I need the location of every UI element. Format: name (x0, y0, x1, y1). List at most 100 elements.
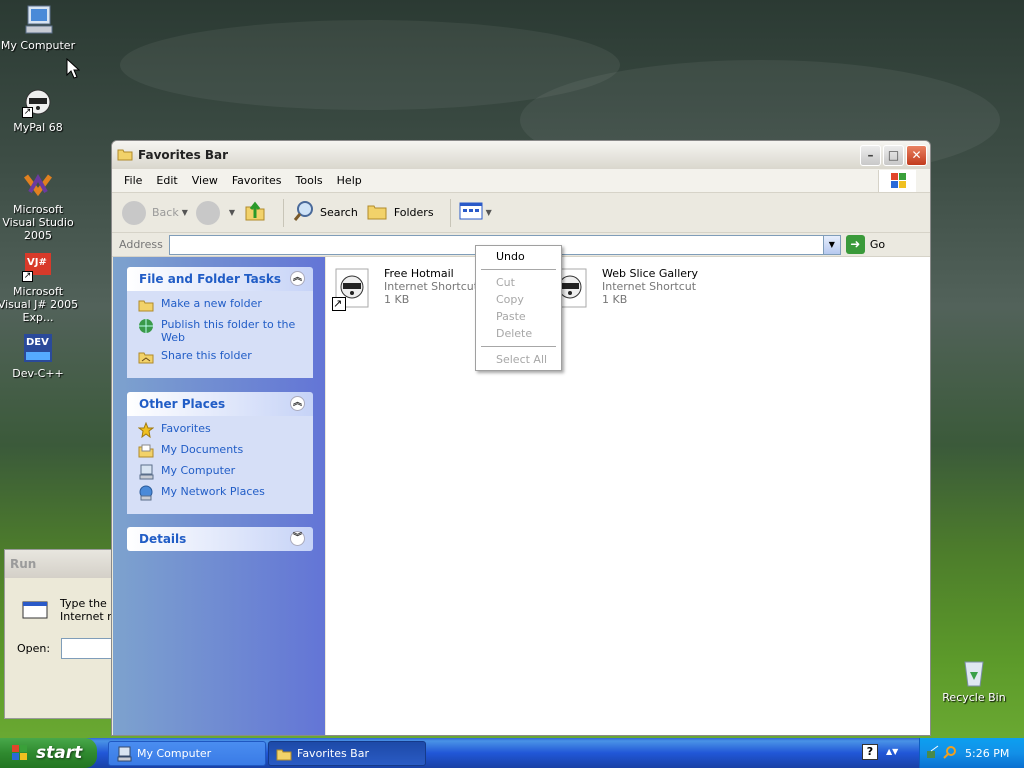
folder-icon (276, 746, 292, 762)
file-type: Internet Shortcut (384, 280, 479, 293)
ctx-separator (481, 346, 556, 347)
views-button[interactable]: ▼ (459, 201, 492, 224)
go-label: Go (869, 238, 886, 251)
run-text-line-2: Internet re (60, 610, 119, 623)
run-dialog[interactable]: Run Type the n Internet re Open: (4, 549, 141, 719)
devcpp-icon: DEV (22, 332, 54, 364)
windows-logo-icon (878, 170, 916, 192)
menu-bar: File Edit View Favorites Tools Help (112, 169, 930, 193)
explorer-window[interactable]: Favorites Bar – □ ✕ File Edit View Favor… (111, 140, 931, 736)
network-tray-icon[interactable] (926, 745, 940, 762)
ctx-select-all[interactable]: Select All (478, 351, 559, 368)
run-icon (19, 598, 51, 625)
taskbar-button-label: My Computer (137, 747, 212, 760)
back-button[interactable]: Back ▼ (122, 200, 188, 225)
ctx-separator (481, 269, 556, 270)
desktop-icon-visual-studio[interactable]: Microsoft Visual Studio 2005 (0, 168, 80, 242)
ctx-delete[interactable]: Delete (478, 325, 559, 342)
task-label: Make a new folder (161, 297, 262, 310)
mouse-cursor-icon (66, 57, 81, 83)
panel-title: Details (139, 532, 187, 546)
panel-header[interactable]: Other Places ︽ (127, 392, 313, 416)
desktop-icon-label: Recycle Bin (942, 691, 1006, 704)
details-panel: Details ︾ (127, 527, 313, 551)
menu-favorites[interactable]: Favorites (225, 174, 289, 187)
minimize-button[interactable]: – (860, 145, 881, 166)
search-button[interactable]: Search (292, 199, 358, 226)
collapse-icon[interactable]: ︽ (290, 271, 305, 286)
start-label: start (36, 743, 83, 763)
menu-help[interactable]: Help (330, 174, 369, 187)
recycle-bin-icon (958, 656, 990, 688)
start-button[interactable]: start (0, 738, 97, 768)
search-tray-icon[interactable] (943, 745, 957, 762)
collapse-icon[interactable]: ︽ (290, 396, 305, 411)
desktop-icon-label: My Computer (0, 39, 76, 52)
folders-icon (366, 199, 390, 226)
file-item[interactable]: Web Slice Gallery Internet Shortcut 1 KB (548, 267, 698, 311)
file-size: 1 KB (384, 293, 410, 306)
up-button[interactable] (243, 199, 267, 226)
place-my-network-places[interactable]: My Network Places (138, 485, 302, 501)
forward-button[interactable]: ▼ (195, 200, 236, 225)
title-bar[interactable]: Favorites Bar – □ ✕ (112, 141, 930, 169)
file-list[interactable]: ↗ Free Hotmail Internet Shortcut 1 KB We… (326, 257, 930, 735)
expand-icon[interactable]: ︾ (290, 531, 305, 546)
close-button[interactable]: ✕ (906, 145, 927, 166)
shortcut-arrow-icon: ↗ (22, 107, 33, 118)
task-share-folder[interactable]: Share this folder (138, 349, 302, 365)
ctx-paste[interactable]: Paste (478, 308, 559, 325)
help-icon[interactable]: ? (862, 744, 878, 760)
maximize-button[interactable]: □ (883, 145, 904, 166)
task-label: Publish this folder to the Web (161, 318, 296, 344)
menu-file[interactable]: File (117, 174, 149, 187)
address-dropdown-button[interactable]: ▼ (822, 235, 840, 254)
toolbar-separator (449, 198, 451, 227)
chevron-down-icon[interactable]: ▲▼ (886, 747, 898, 756)
place-my-computer[interactable]: My Computer (138, 464, 302, 480)
ctx-cut[interactable]: Cut (478, 274, 559, 291)
file-item[interactable]: ↗ Free Hotmail Internet Shortcut 1 KB (330, 267, 478, 311)
file-folder-tasks-panel: File and Folder Tasks ︽ Make a new folde… (127, 267, 313, 378)
folders-label: Folders (393, 206, 434, 219)
menu-view[interactable]: View (185, 174, 225, 187)
file-size: 1 KB (602, 293, 628, 306)
vj-icon: VJ# ↗ (22, 250, 54, 282)
desktop-icon-my-computer[interactable]: My Computer (0, 4, 80, 52)
panel-header[interactable]: Details ︾ (127, 527, 313, 551)
place-label: My Network Places (161, 485, 265, 498)
desktop-icon-mypal[interactable]: ↗ MyPal 68 (0, 86, 80, 134)
place-label: Favorites (161, 422, 211, 435)
menu-tools[interactable]: Tools (289, 174, 330, 187)
taskbar-button-favorites-bar[interactable]: Favorites Bar (268, 741, 426, 766)
desktop-icon-vj[interactable]: VJ# ↗ Microsoft Visual J# 2005 Exp... (0, 250, 80, 324)
ctx-undo[interactable]: Undo (478, 248, 559, 265)
caption-buttons: – □ ✕ (860, 145, 927, 166)
place-my-documents[interactable]: My Documents (138, 443, 302, 459)
task-make-new-folder[interactable]: Make a new folder (138, 297, 302, 313)
my-documents-icon (138, 443, 154, 459)
folders-button[interactable]: Folders (366, 199, 434, 226)
task-publish-folder[interactable]: Publish this folder to the Web (138, 318, 302, 344)
panel-header[interactable]: File and Folder Tasks ︽ (127, 267, 313, 291)
go-button[interactable]: ➜ Go (845, 235, 886, 254)
desktop-icon-label: Microsoft Visual J# 2005 Exp... (0, 285, 79, 324)
chevron-down-icon: ▼ (228, 208, 236, 217)
task-label: Share this folder (161, 349, 252, 362)
devcpp-badge: DEV (26, 337, 49, 348)
new-folder-icon (138, 297, 154, 313)
taskbar-button-label: Favorites Bar (297, 747, 369, 760)
ctx-copy[interactable]: Copy (478, 291, 559, 308)
shortcut-arrow-icon: ↗ (332, 297, 346, 311)
address-label: Address (119, 238, 163, 251)
place-favorites[interactable]: Favorites (137, 421, 302, 439)
folder-up-icon (243, 199, 267, 226)
system-tray: 5:26 PM (919, 738, 1024, 768)
desktop-icon-recycle-bin[interactable]: Recycle Bin (932, 656, 1016, 704)
taskbar-button-my-computer[interactable]: My Computer (108, 741, 266, 766)
desktop-icon-devcpp[interactable]: DEV Dev-C++ (0, 332, 80, 380)
panel-title: File and Folder Tasks (139, 272, 282, 286)
panel-body: Favorites My Documents My Computer My Ne… (127, 416, 313, 514)
file-type: Internet Shortcut (602, 280, 697, 293)
menu-edit[interactable]: Edit (149, 174, 184, 187)
